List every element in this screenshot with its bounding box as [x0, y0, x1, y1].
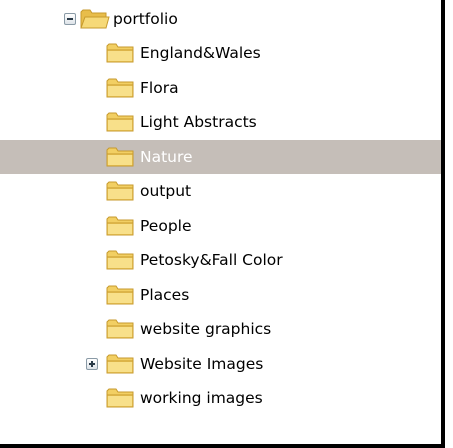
tree-item-label: Website Images — [140, 354, 264, 373]
tree-item-row[interactable]: Website Images — [0, 347, 441, 381]
tree-item-label: Places — [140, 285, 190, 304]
tree-item-label: Petosky&Fall Color — [140, 251, 283, 269]
tree-item-label: Light Abstracts — [140, 113, 257, 131]
frame-bottom-border — [0, 444, 445, 448]
folder-icon — [106, 388, 134, 408]
tree-item-label: England&Wales — [140, 44, 261, 62]
tree-item-label: People — [140, 216, 192, 235]
tree-item-row[interactable]: England&Wales — [0, 36, 441, 70]
open-folder-icon — [80, 9, 110, 29]
folder-icon — [106, 112, 134, 132]
tree-item-row[interactable]: Light Abstracts — [0, 105, 441, 139]
folder-icon — [106, 250, 134, 270]
collapse-toggle-icon[interactable] — [64, 13, 76, 25]
tree-item-label: working images — [140, 389, 263, 407]
folder-icon — [106, 319, 134, 339]
tree-root-row[interactable]: portfolio — [0, 2, 441, 36]
folder-icon — [106, 285, 134, 304]
tree-item-row[interactable]: working images — [0, 381, 441, 415]
tree-root-label: portfolio — [113, 10, 178, 28]
folder-tree: portfolio England&Wales Flora Light Abstra… — [0, 0, 453, 448]
tree-item-label: Flora — [140, 78, 179, 97]
folder-icon — [106, 216, 134, 235]
tree-item-row[interactable]: People — [0, 209, 441, 243]
tree-item-row[interactable]: Places — [0, 278, 441, 312]
expand-toggle-icon[interactable] — [86, 357, 98, 370]
tree-item-row[interactable]: Petosky&Fall Color — [0, 243, 441, 277]
tree-item-label: output — [140, 182, 192, 200]
tree-item-label: website graphics — [140, 320, 272, 338]
frame-right-border — [441, 0, 445, 448]
folder-icon — [106, 354, 134, 373]
folder-icon — [106, 181, 134, 201]
folder-icon — [106, 78, 134, 97]
tree-item-row[interactable]: Flora — [0, 71, 441, 105]
tree-item-row[interactable]: website graphics — [0, 312, 441, 346]
tree-item-label: Nature — [140, 147, 193, 166]
tree-item-row[interactable]: Nature — [0, 139, 441, 174]
folder-icon — [106, 147, 134, 166]
folder-icon — [106, 43, 134, 63]
tree-item-row[interactable]: output — [0, 174, 441, 208]
